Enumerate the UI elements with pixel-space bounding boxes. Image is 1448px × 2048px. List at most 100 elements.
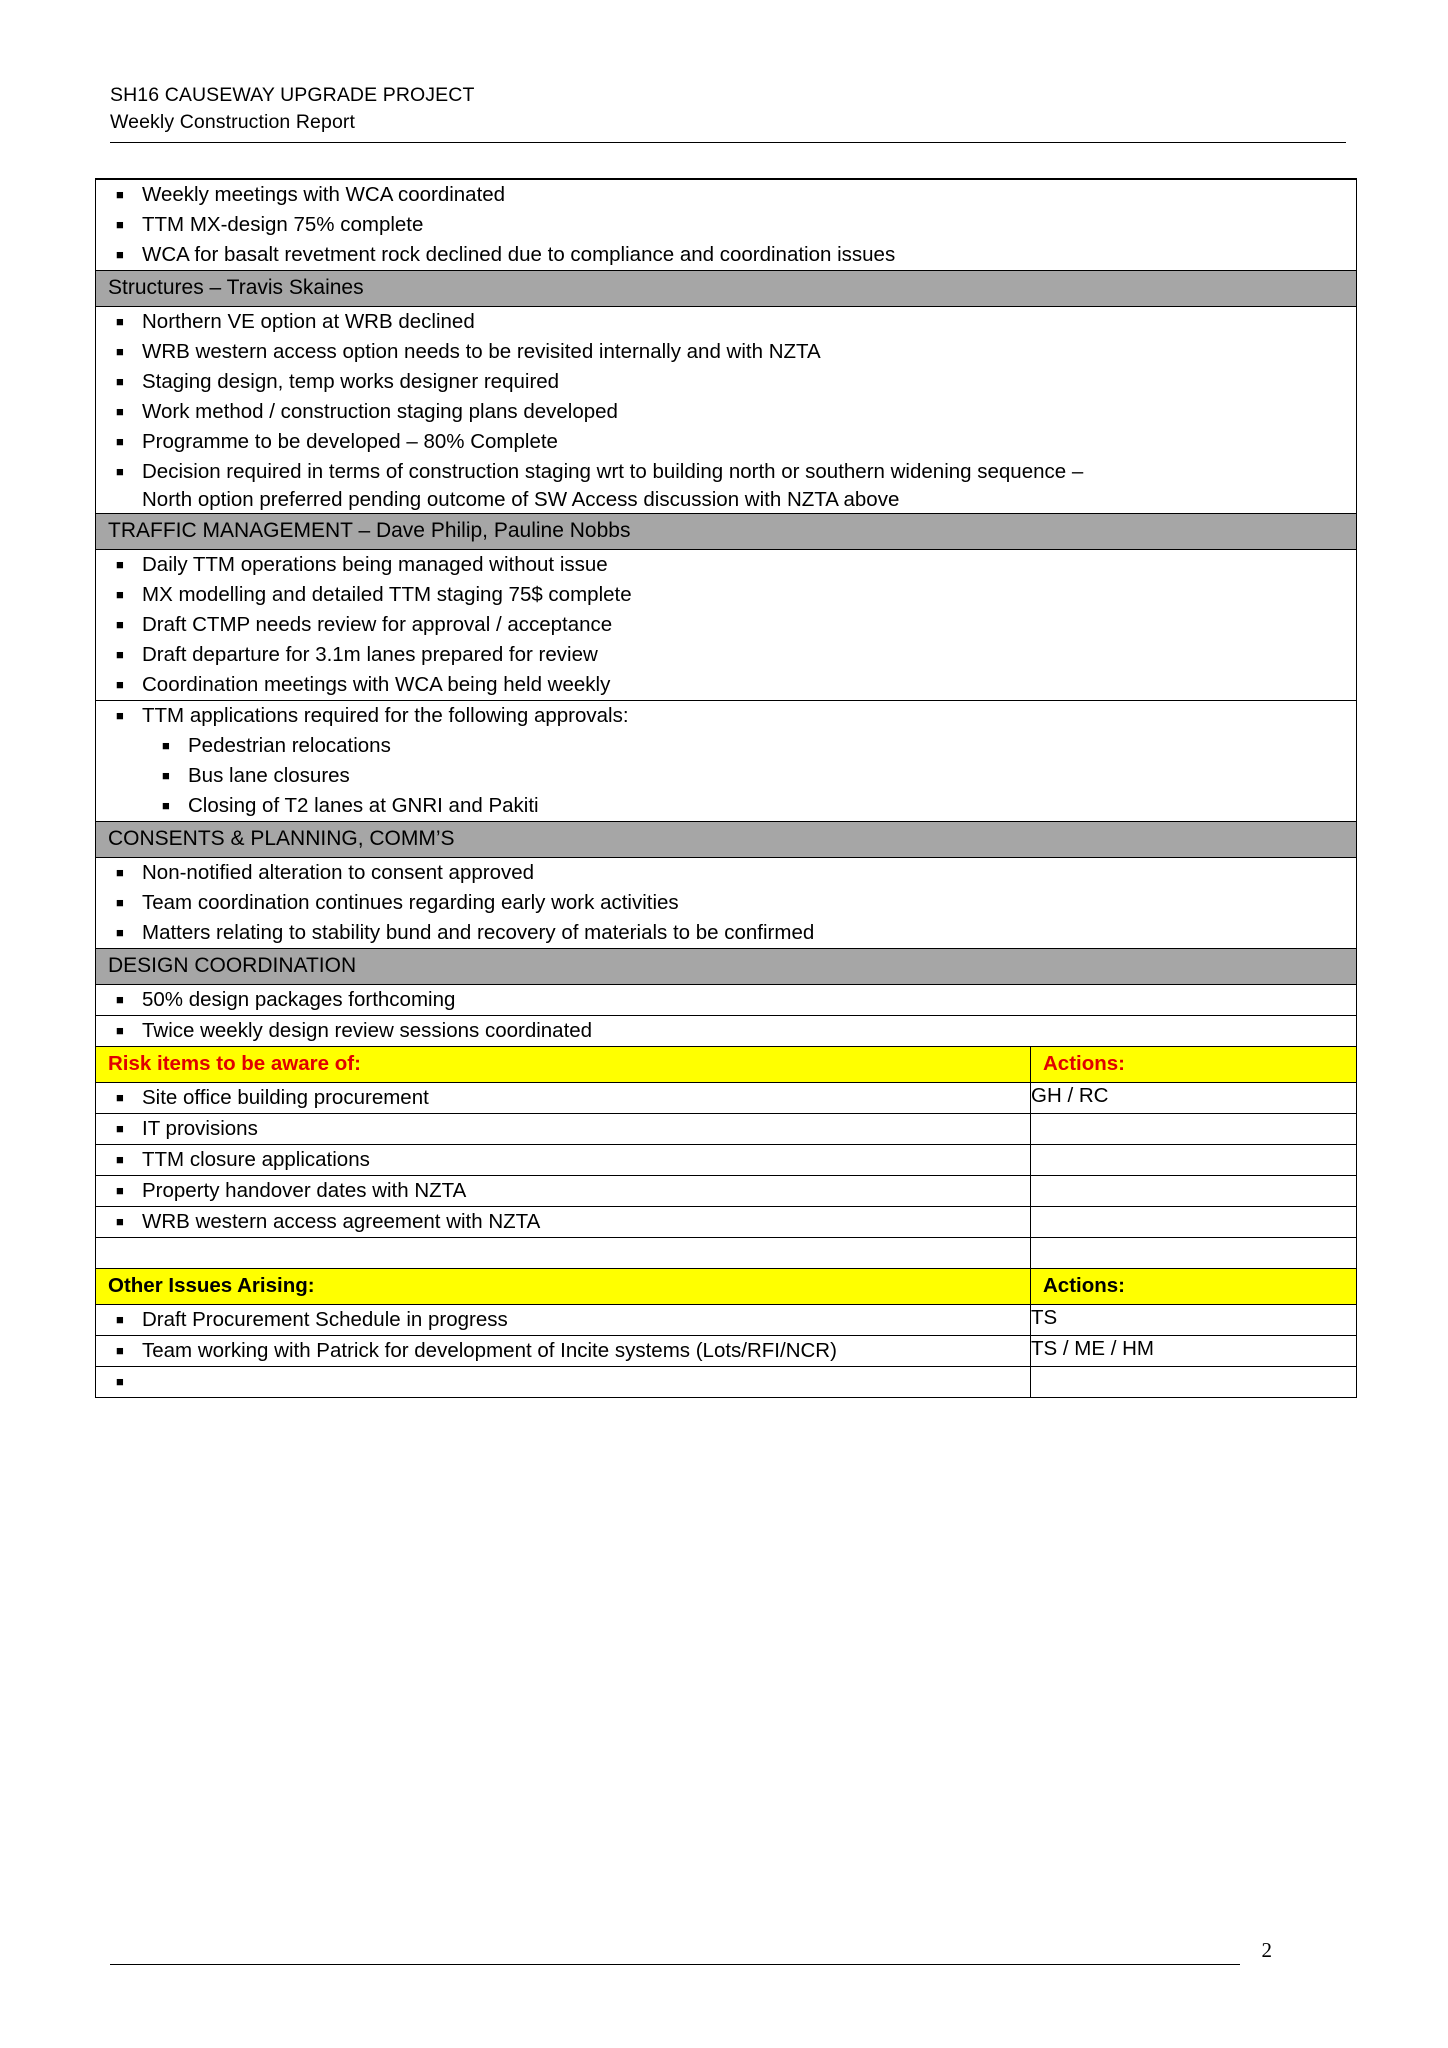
design-bullet-cell-2: Twice weekly design review sessions coor…	[95, 1015, 1357, 1047]
traffic-management-bullets-cell: Daily TTM operations being managed witho…	[95, 549, 1357, 701]
sub-list-item: Bus lane closures	[96, 761, 1356, 791]
table-row: IT provisions	[95, 1113, 1357, 1145]
list-item: Decision required in terms of constructi…	[96, 457, 1356, 487]
document-page: SH16 CAUSEWAY UPGRADE PROJECT Weekly Con…	[0, 0, 1448, 2048]
structures-bullets-cell: Northern VE option at WRB declined WRB w…	[95, 306, 1357, 514]
square-bullet-icon	[96, 890, 142, 917]
risk-items-header-row: Risk items to be aware of: Actions:	[95, 1046, 1357, 1083]
square-bullet-icon	[96, 212, 142, 239]
list-item: MX modelling and detailed TTM staging 75…	[96, 580, 1356, 610]
list-item: Team working with Patrick for developmen…	[96, 1336, 1030, 1366]
list-item-label: Team coordination continues regarding ea…	[142, 890, 679, 914]
list-item-label: MX modelling and detailed TTM staging 75…	[142, 582, 632, 606]
table-row: Property handover dates with NZTA	[95, 1175, 1357, 1207]
square-bullet-icon	[96, 1147, 142, 1174]
risk-action-cell	[1030, 1206, 1357, 1238]
square-bullet-icon	[96, 552, 142, 579]
table-row: Weekly meetings with WCA coordinated TTM…	[95, 178, 1357, 271]
square-bullet-icon	[96, 793, 188, 820]
design-bullet-cell-1: 50% design packages forthcoming	[95, 984, 1357, 1016]
other-issues-label: Other Issues Arising:	[95, 1268, 1031, 1305]
sub-list-item: Pedestrian relocations	[96, 731, 1356, 761]
list-item: Staging design, temp works designer requ…	[96, 367, 1356, 397]
section-header-row: DESIGN COORDINATION	[95, 948, 1357, 985]
list-item-label: TTM applications required for the follow…	[142, 703, 629, 727]
list-item-label: Draft departure for 3.1m lanes prepared …	[142, 642, 598, 666]
table-row: Twice weekly design review sessions coor…	[95, 1015, 1357, 1047]
table-row	[95, 1366, 1357, 1398]
other-issue-cell: Draft Procurement Schedule in progress	[95, 1304, 1031, 1336]
list-item: TTM MX-design 75% complete	[96, 210, 1356, 240]
list-item: Weekly meetings with WCA coordinated	[96, 180, 1356, 210]
square-bullet-icon	[96, 763, 188, 790]
list-item-label: Team working with Patrick for developmen…	[142, 1338, 837, 1362]
list-item: Twice weekly design review sessions coor…	[96, 1016, 1356, 1046]
square-bullet-icon	[96, 1116, 142, 1143]
risk-action-cell	[1030, 1175, 1357, 1207]
list-item-label: WRB western access agreement with NZTA	[142, 1209, 541, 1233]
header-divider	[110, 142, 1346, 143]
list-item: Programme to be developed – 80% Complete	[96, 427, 1356, 457]
section-title-traffic-management: TRAFFIC MANAGEMENT – Dave Philip, Paulin…	[95, 513, 1357, 550]
list-item: TTM closure applications	[96, 1145, 1030, 1175]
square-bullet-icon	[96, 672, 142, 699]
other-issues-header-row: Other Issues Arising: Actions:	[95, 1268, 1357, 1305]
table-row-spacer	[95, 1237, 1357, 1269]
list-item: Team coordination continues regarding ea…	[96, 888, 1356, 918]
table-row: Team working with Patrick for developmen…	[95, 1335, 1357, 1367]
square-bullet-icon	[96, 242, 142, 269]
square-bullet-icon	[96, 369, 142, 396]
list-item-label: Weekly meetings with WCA coordinated	[142, 182, 506, 206]
risk-item-cell: TTM closure applications	[95, 1144, 1031, 1176]
table-row: Daily TTM operations being managed witho…	[95, 549, 1357, 701]
list-item: Matters relating to stability bund and r…	[96, 918, 1356, 948]
list-item: WRB western access option needs to be re…	[96, 337, 1356, 367]
list-item: Draft Procurement Schedule in progress	[96, 1305, 1030, 1335]
sub-list-item-label: Bus lane closures	[188, 763, 350, 787]
list-item-label: Decision required in terms of constructi…	[142, 459, 1084, 483]
list-item: Site office building procurement	[96, 1083, 1030, 1113]
list-item-label: Property handover dates with NZTA	[142, 1178, 467, 1202]
list-item-label: Draft CTMP needs review for approval / a…	[142, 612, 613, 636]
list-item: IT provisions	[96, 1114, 1030, 1144]
list-item: Non-notified alteration to consent appro…	[96, 858, 1356, 888]
list-item-label: Coordination meetings with WCA being hel…	[142, 672, 611, 696]
square-bullet-icon	[96, 612, 142, 639]
list-item-continuation: North option preferred pending outcome o…	[142, 488, 900, 511]
list-item: Property handover dates with NZTA	[96, 1176, 1030, 1206]
list-item	[96, 1367, 1030, 1397]
list-item-label: TTM closure applications	[142, 1147, 370, 1171]
table-row: TTM applications required for the follow…	[95, 700, 1357, 822]
list-item: Northern VE option at WRB declined	[96, 307, 1356, 337]
square-bullet-icon	[96, 733, 188, 760]
list-item-label: TTM MX-design 75% complete	[142, 212, 424, 236]
list-item: WCA for basalt revetment rock declined d…	[96, 240, 1356, 270]
list-item-label: Programme to be developed – 80% Complete	[142, 429, 558, 453]
list-item: WRB western access agreement with NZTA	[96, 1207, 1030, 1237]
section-title-consents-planning: CONSENTS & PLANNING, COMM’S	[95, 821, 1357, 858]
square-bullet-icon	[96, 582, 142, 609]
spacer-cell-right	[1030, 1237, 1357, 1269]
square-bullet-icon	[96, 860, 142, 887]
risk-items-label: Risk items to be aware of:	[95, 1046, 1031, 1083]
table-row: WRB western access agreement with NZTA	[95, 1206, 1357, 1238]
table-row: TTM closure applications	[95, 1144, 1357, 1176]
footer-divider	[110, 1964, 1240, 1965]
square-bullet-icon	[96, 1338, 142, 1365]
other-issue-action-cell: TS	[1030, 1304, 1357, 1336]
list-item-label: 50% design packages forthcoming	[142, 987, 456, 1011]
risk-action-cell: GH / RC	[1030, 1082, 1357, 1114]
risk-item-cell: WRB western access agreement with NZTA	[95, 1206, 1031, 1238]
square-bullet-icon	[96, 309, 142, 336]
section-header-row: TRAFFIC MANAGEMENT – Dave Philip, Paulin…	[95, 513, 1357, 550]
section-title-structures: Structures – Travis Skaines	[95, 270, 1357, 307]
consents-bullets-cell: Non-notified alteration to consent appro…	[95, 857, 1357, 949]
list-item-label: Non-notified alteration to consent appro…	[142, 860, 535, 884]
square-bullet-icon	[96, 703, 142, 730]
risk-item-cell: Property handover dates with NZTA	[95, 1175, 1031, 1207]
square-bullet-icon	[96, 1018, 142, 1045]
list-item-label: Draft Procurement Schedule in progress	[142, 1307, 508, 1331]
risk-actions-label: Actions:	[1030, 1046, 1357, 1083]
list-item-label: Daily TTM operations being managed witho…	[142, 552, 608, 576]
risk-item-cell: Site office building procurement	[95, 1082, 1031, 1114]
